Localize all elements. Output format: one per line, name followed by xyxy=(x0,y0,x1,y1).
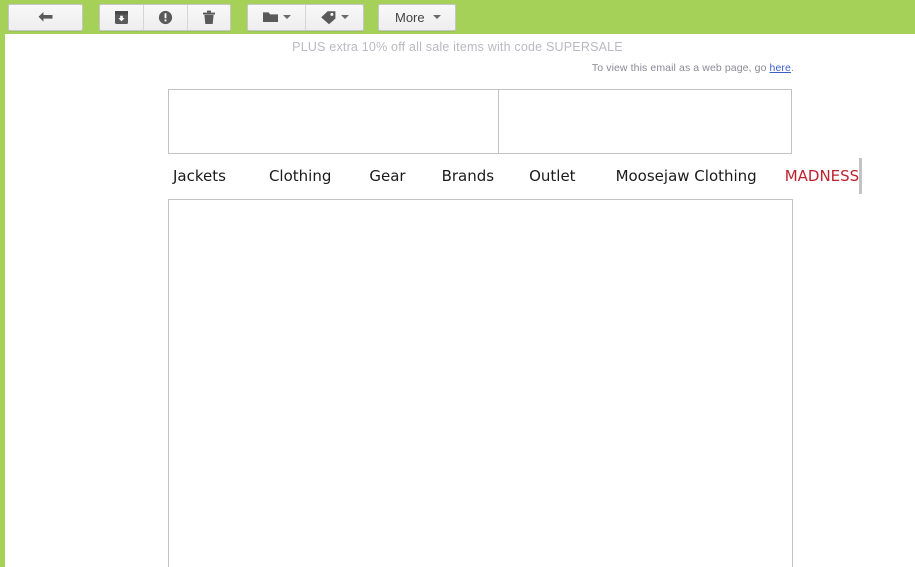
more-button-group: More xyxy=(378,3,456,31)
nav-item-outlet[interactable]: Outlet xyxy=(529,167,575,185)
more-button[interactable]: More xyxy=(379,5,455,30)
gmail-toolbar: More xyxy=(0,0,915,34)
nav-item-moosejaw-clothing[interactable]: Moosejaw Clothing xyxy=(616,167,757,185)
logo-image-placeholder[interactable] xyxy=(168,89,499,154)
nav-item-gear[interactable]: Gear xyxy=(369,167,405,185)
labels-button[interactable] xyxy=(306,5,363,30)
back-to-inbox-button[interactable] xyxy=(9,5,82,30)
back-button-group xyxy=(8,3,83,31)
trash-icon xyxy=(202,10,216,25)
nav-item-clothing[interactable]: Clothing xyxy=(269,167,331,185)
left-green-strip xyxy=(0,34,5,567)
view-as-webpage-note: To view this email as a web page, go her… xyxy=(592,62,794,74)
chevron-down-icon xyxy=(432,15,441,19)
message-actions-group xyxy=(99,3,231,31)
nav-icon-placeholder-cart[interactable] xyxy=(860,158,863,194)
chevron-down-icon xyxy=(283,15,291,19)
banner-image-placeholder[interactable] xyxy=(498,89,792,154)
view-as-webpage-link[interactable]: here xyxy=(770,62,791,74)
nav-item-jackets[interactable]: Jackets xyxy=(173,167,226,185)
archive-button[interactable] xyxy=(100,4,144,30)
email-view-page: More PLUS extra 10% off all sale items w… xyxy=(0,0,915,567)
view-as-webpage-suffix: . xyxy=(790,62,794,74)
organize-actions-group xyxy=(247,3,364,31)
back-arrow-icon xyxy=(37,10,54,24)
delete-button[interactable] xyxy=(188,5,230,30)
move-to-button[interactable] xyxy=(248,4,306,30)
nav-item-brands[interactable]: Brands xyxy=(442,167,495,185)
header-image-placeholders xyxy=(168,89,793,154)
chevron-down-icon xyxy=(341,15,349,19)
email-body-image-placeholder[interactable] xyxy=(168,199,793,567)
email-nav-bar: Jackets Clothing Gear Brands Outlet Moos… xyxy=(168,154,863,198)
more-label: More xyxy=(395,9,425,25)
archive-icon xyxy=(114,10,129,25)
tag-icon xyxy=(320,10,337,25)
nav-item-madness[interactable]: MADNESS xyxy=(785,167,860,185)
promo-banner-text: PLUS extra 10% off all sale items with c… xyxy=(292,40,623,54)
report-spam-button[interactable] xyxy=(144,4,188,30)
folder-icon xyxy=(262,10,279,24)
report-spam-icon xyxy=(158,10,173,25)
view-as-webpage-prefix: To view this email as a web page, go xyxy=(591,62,770,74)
